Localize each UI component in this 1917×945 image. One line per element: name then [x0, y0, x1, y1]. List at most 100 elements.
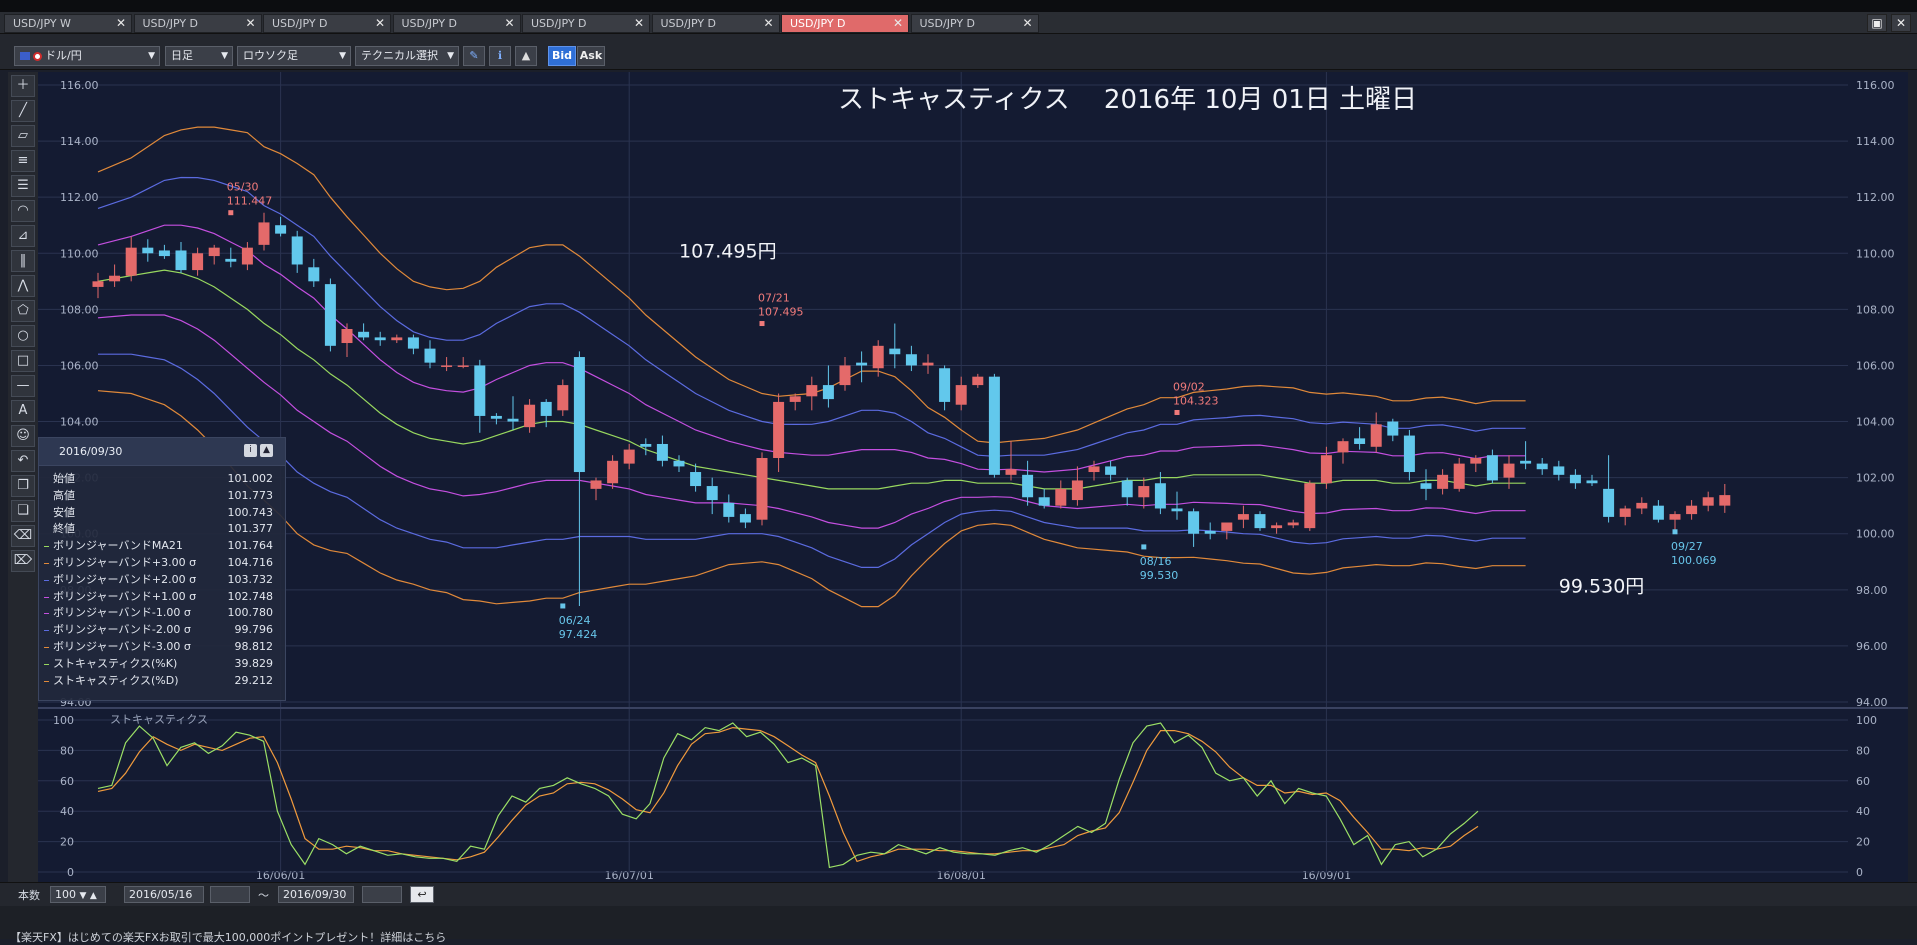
volume-button[interactable]: ▲ [515, 46, 537, 66]
candle-body [806, 385, 818, 397]
count-select[interactable]: 100 ▼ ▲ [50, 886, 106, 903]
data-window-value: 101.377 [227, 522, 274, 536]
collapse-icon[interactable]: ▲ [260, 444, 273, 457]
candle-body [872, 345, 884, 369]
to-date-value: 2016/09/30 [283, 888, 347, 901]
info-icon[interactable]: i [244, 444, 257, 457]
circle-icon[interactable]: ○ [11, 325, 35, 347]
pitchfork-icon[interactable]: ⋀ [11, 275, 35, 297]
series-color-swatch [44, 596, 49, 598]
candle-body [374, 337, 386, 341]
stochastic-title: ストキャスティクス [110, 713, 208, 726]
mountain-chart-icon: ▲ [521, 49, 531, 62]
chart-toolbar: ドル/円 ▼ 日足 ▼ ロウソク足 ▼ テクニカル選択 ▼ ✎ ℹ ▲ Bid Ask [0, 34, 1917, 70]
flag-icon [20, 52, 30, 60]
currency-pair-select[interactable]: ドル/円 ▼ [14, 46, 160, 66]
to-time-input[interactable] [362, 886, 402, 903]
data-window-value: 100.780 [227, 606, 274, 620]
fan-icon[interactable]: ⊿ [11, 225, 35, 247]
tab-close-icon[interactable]: ✕ [763, 15, 773, 32]
series-color-swatch [44, 646, 49, 648]
data-window-date: 2016/09/30 [59, 445, 123, 458]
text-icon[interactable]: A [11, 400, 35, 422]
restore-icon[interactable]: ▣ [1867, 14, 1887, 32]
candle-body [241, 247, 253, 265]
return-icon: ↩ [417, 888, 427, 901]
extreme-date-label: 07/21 [758, 292, 790, 305]
tab-1[interactable]: USD/JPY D ✕ [133, 14, 262, 33]
candle-body [1536, 463, 1548, 470]
pentagon-icon[interactable]: ⬠ [11, 300, 35, 322]
info-icon: ℹ [497, 49, 503, 62]
data-window-label: ボリンジャーバンド-1.00 σ [53, 606, 191, 620]
ask-button[interactable]: Ask [577, 46, 605, 66]
extreme-marker [759, 321, 765, 327]
period-select[interactable]: 日足 ▼ [165, 46, 233, 66]
technical-select[interactable]: テクニカル選択 ▼ [355, 46, 459, 66]
y-tick-label-right: 110.00 [1856, 247, 1895, 260]
extreme-price-label: 107.495 [758, 306, 804, 319]
info-button[interactable]: ℹ [489, 46, 511, 66]
candle-body [656, 443, 668, 461]
copy-icon[interactable]: ❐ [11, 475, 35, 497]
extreme-date-label: 09/02 [1173, 380, 1205, 393]
chart-area[interactable]: 116.00 116.00 114.00 114.00 112.00 112.00 110.… [38, 72, 1908, 882]
candle-body [424, 348, 436, 363]
crosshair-icon[interactable]: ＋ [11, 75, 35, 97]
y-tick-label-left: 108.00 [60, 303, 99, 316]
tab-0[interactable]: USD/JPY W ✕ [4, 14, 132, 33]
tab-3[interactable]: USD/JPY D ✕ [392, 14, 521, 33]
data-window-label: 終値 [53, 522, 75, 536]
fibonacci-icon[interactable]: ☰ [11, 175, 35, 197]
tab-close-icon[interactable]: ✕ [245, 15, 255, 32]
tab-2[interactable]: USD/JPY D ✕ [263, 14, 391, 33]
to-date-input[interactable]: 2016/09/30 [278, 886, 354, 903]
tab-7[interactable]: USD/JPY D ✕ [910, 14, 1039, 33]
horizontal-lines-icon[interactable]: ≡ [11, 150, 35, 172]
paste-icon[interactable]: ❏ [11, 500, 35, 522]
chevron-down-icon: ▼ [148, 51, 155, 61]
tab-close-icon[interactable]: ✕ [375, 15, 385, 32]
apply-range-button[interactable]: ↩ [410, 886, 434, 903]
candle-body [1055, 488, 1067, 506]
eraser-all-icon[interactable]: ⌦ [11, 550, 35, 572]
rectangle-icon[interactable]: □ [11, 350, 35, 372]
candle-body [1088, 466, 1100, 473]
tab-close-icon[interactable]: ✕ [504, 15, 514, 32]
candle-body [756, 458, 768, 520]
close-window-icon[interactable]: ✕ [1891, 14, 1911, 32]
trendline-icon[interactable]: ╱ [11, 100, 35, 122]
arc-icon[interactable]: ◠ [11, 200, 35, 222]
eraser-icon[interactable]: ⌫ [11, 525, 35, 547]
smiley-icon[interactable]: ☺ [11, 425, 35, 447]
undo-icon[interactable]: ↶ [11, 450, 35, 472]
tab-close-icon[interactable]: ✕ [116, 15, 126, 32]
candle-body [955, 385, 967, 405]
vertical-lines-icon[interactable]: ‖ [11, 250, 35, 272]
tab-close-icon[interactable]: ✕ [1022, 15, 1032, 32]
tab-6[interactable]: USD/JPY D ✕ [781, 14, 909, 33]
candle-body [540, 401, 552, 416]
candle-body [706, 486, 718, 501]
tab-label: USD/JPY D [919, 17, 976, 30]
tab-5[interactable]: USD/JPY D ✕ [651, 14, 780, 33]
tab-4[interactable]: USD/JPY D ✕ [522, 14, 650, 33]
candle-body [1719, 495, 1731, 506]
y-tick-label-right: 108.00 [1856, 303, 1895, 316]
status-message[interactable]: 【楽天FX】はじめての楽天FXお取引で最大100,000ポイントプレゼント！詳細… [10, 929, 446, 945]
pen-tool-button[interactable]: ✎ [463, 46, 485, 66]
from-date-input[interactable]: 2016/05/16 [124, 886, 204, 903]
candle-body [1022, 474, 1034, 498]
ruler-icon[interactable]: ▱ [11, 125, 35, 147]
candle-body [142, 247, 154, 254]
currency-pair-label: ドル/円 [45, 49, 82, 62]
data-window-label: 安値 [53, 505, 75, 519]
tab-close-icon[interactable]: ✕ [893, 15, 903, 32]
candle-body [1254, 514, 1266, 529]
extreme-price-label: 104.323 [1173, 394, 1219, 407]
line-icon[interactable]: — [11, 375, 35, 397]
from-time-input[interactable] [210, 886, 250, 903]
chart-type-select[interactable]: ロウソク足 ▼ [237, 46, 351, 66]
tab-close-icon[interactable]: ✕ [634, 15, 644, 32]
bid-button[interactable]: Bid [548, 46, 576, 66]
